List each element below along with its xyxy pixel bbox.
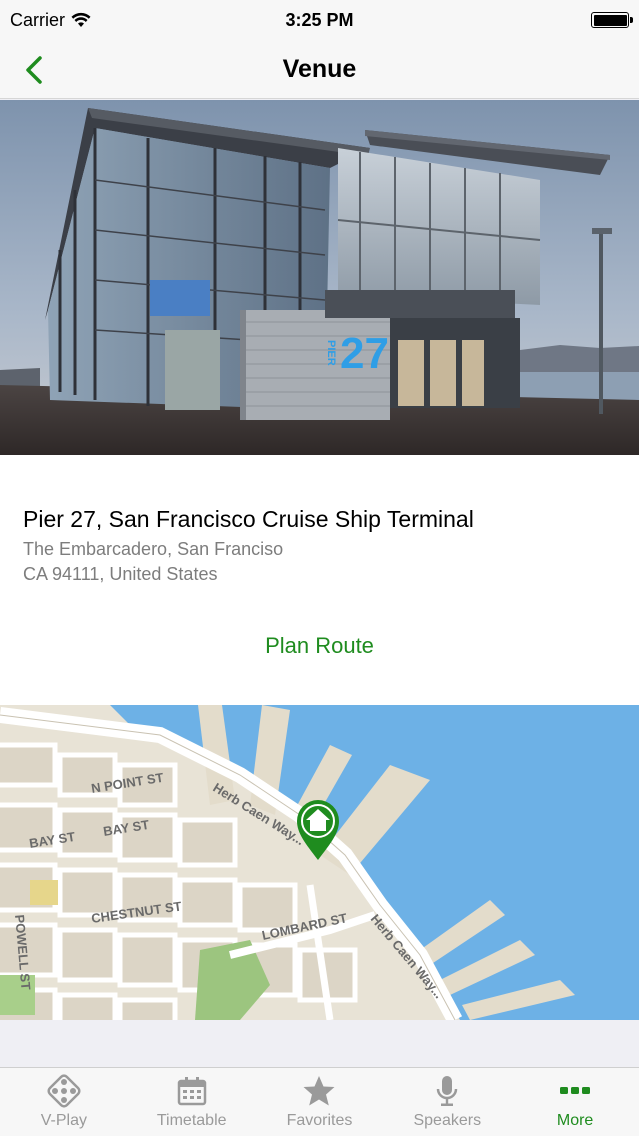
tab-favorites[interactable]: Favorites xyxy=(256,1068,384,1136)
venue-screen: Carrier 3:25 PM Venue 27 PIER Pier 27, S… xyxy=(0,0,639,1136)
venue-map[interactable]: N POINT ST BAY ST BAY ST Herb Caen Way..… xyxy=(0,705,639,1020)
star-icon xyxy=(299,1073,339,1109)
address-line-2: CA 94111, United States xyxy=(23,564,218,584)
tab-timetable[interactable]: Timetable xyxy=(128,1068,256,1136)
venue-photo: 27 PIER xyxy=(0,100,639,455)
tab-label: V-Play xyxy=(40,1112,88,1129)
page-title: Venue xyxy=(282,54,357,83)
tab-bar: V-Play Timetable Favorites Speakers More xyxy=(0,1067,639,1136)
wifi-icon xyxy=(71,12,91,27)
carrier-label: Carrier xyxy=(10,9,66,30)
tab-label: Timetable xyxy=(156,1112,227,1129)
status-bar: Carrier 3:25 PM xyxy=(0,0,639,40)
tab-v-play[interactable]: V-Play xyxy=(0,1068,128,1136)
tab-more[interactable]: More xyxy=(511,1068,639,1136)
pier-sign-word: PIER xyxy=(325,340,337,366)
plan-route-button[interactable]: Plan Route xyxy=(0,633,639,659)
chevron-left-icon xyxy=(26,56,42,84)
navigation-bar: Venue xyxy=(0,40,639,99)
venue-name: Pier 27, San Francisco Cruise Ship Termi… xyxy=(23,506,474,532)
tab-label: More xyxy=(556,1112,594,1129)
address-line-1: The Embarcadero, San Franciso xyxy=(23,539,284,559)
microphone-icon xyxy=(427,1073,467,1109)
venue-address: The Embarcadero, San Franciso CA 94111, … xyxy=(23,537,283,587)
tab-speakers[interactable]: Speakers xyxy=(383,1068,511,1136)
back-button[interactable] xyxy=(14,48,54,92)
status-time: 3:25 PM xyxy=(285,9,354,30)
venue-info-card: Pier 27, San Francisco Cruise Ship Termi… xyxy=(0,455,639,705)
battery-icon xyxy=(591,12,633,28)
tab-label: Speakers xyxy=(413,1112,482,1129)
pier-sign-number: 27 xyxy=(340,329,389,378)
status-left: Carrier xyxy=(10,10,91,31)
calendar-icon xyxy=(172,1073,212,1109)
v-play-icon xyxy=(44,1073,84,1109)
more-dots-icon xyxy=(555,1073,595,1109)
tab-label: Favorites xyxy=(286,1112,353,1129)
